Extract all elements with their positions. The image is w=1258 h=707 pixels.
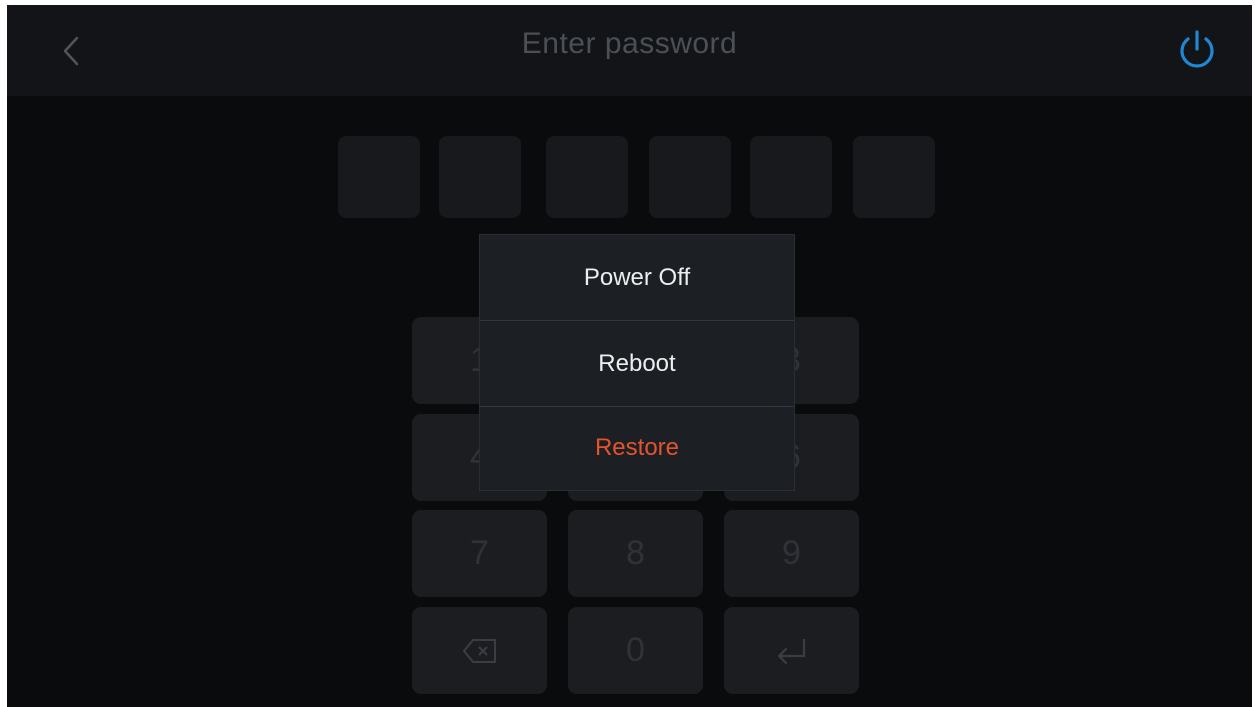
pin-slot-6 [853, 136, 935, 218]
power-off-menu-item[interactable]: Power Off [480, 235, 794, 320]
pin-slot-1 [338, 136, 420, 218]
key-9[interactable]: 9 [724, 510, 859, 597]
page-title: Enter password [521, 27, 738, 60]
restore-menu-item[interactable]: Restore [480, 405, 794, 490]
pin-slot-4 [649, 136, 731, 218]
reboot-menu-item[interactable]: Reboot [480, 321, 794, 406]
enter-key[interactable] [724, 607, 859, 694]
enter-icon [774, 636, 810, 666]
power-icon[interactable] [1174, 27, 1220, 73]
key-7[interactable]: 7 [412, 510, 547, 597]
pin-slot-3 [546, 136, 628, 218]
backspace-icon [462, 638, 498, 664]
power-menu: Power Off Reboot Restore [479, 234, 795, 491]
key-8[interactable]: 8 [568, 510, 703, 597]
pin-slot-5 [750, 136, 832, 218]
pin-slot-2 [439, 136, 521, 218]
header-bar: Enter password [7, 5, 1252, 96]
pin-entry [7, 136, 1252, 218]
key-0[interactable]: 0 [568, 607, 703, 694]
backspace-key[interactable] [412, 607, 547, 694]
lock-screen: Enter password 1 2 3 4 5 6 7 8 9 [7, 5, 1252, 707]
